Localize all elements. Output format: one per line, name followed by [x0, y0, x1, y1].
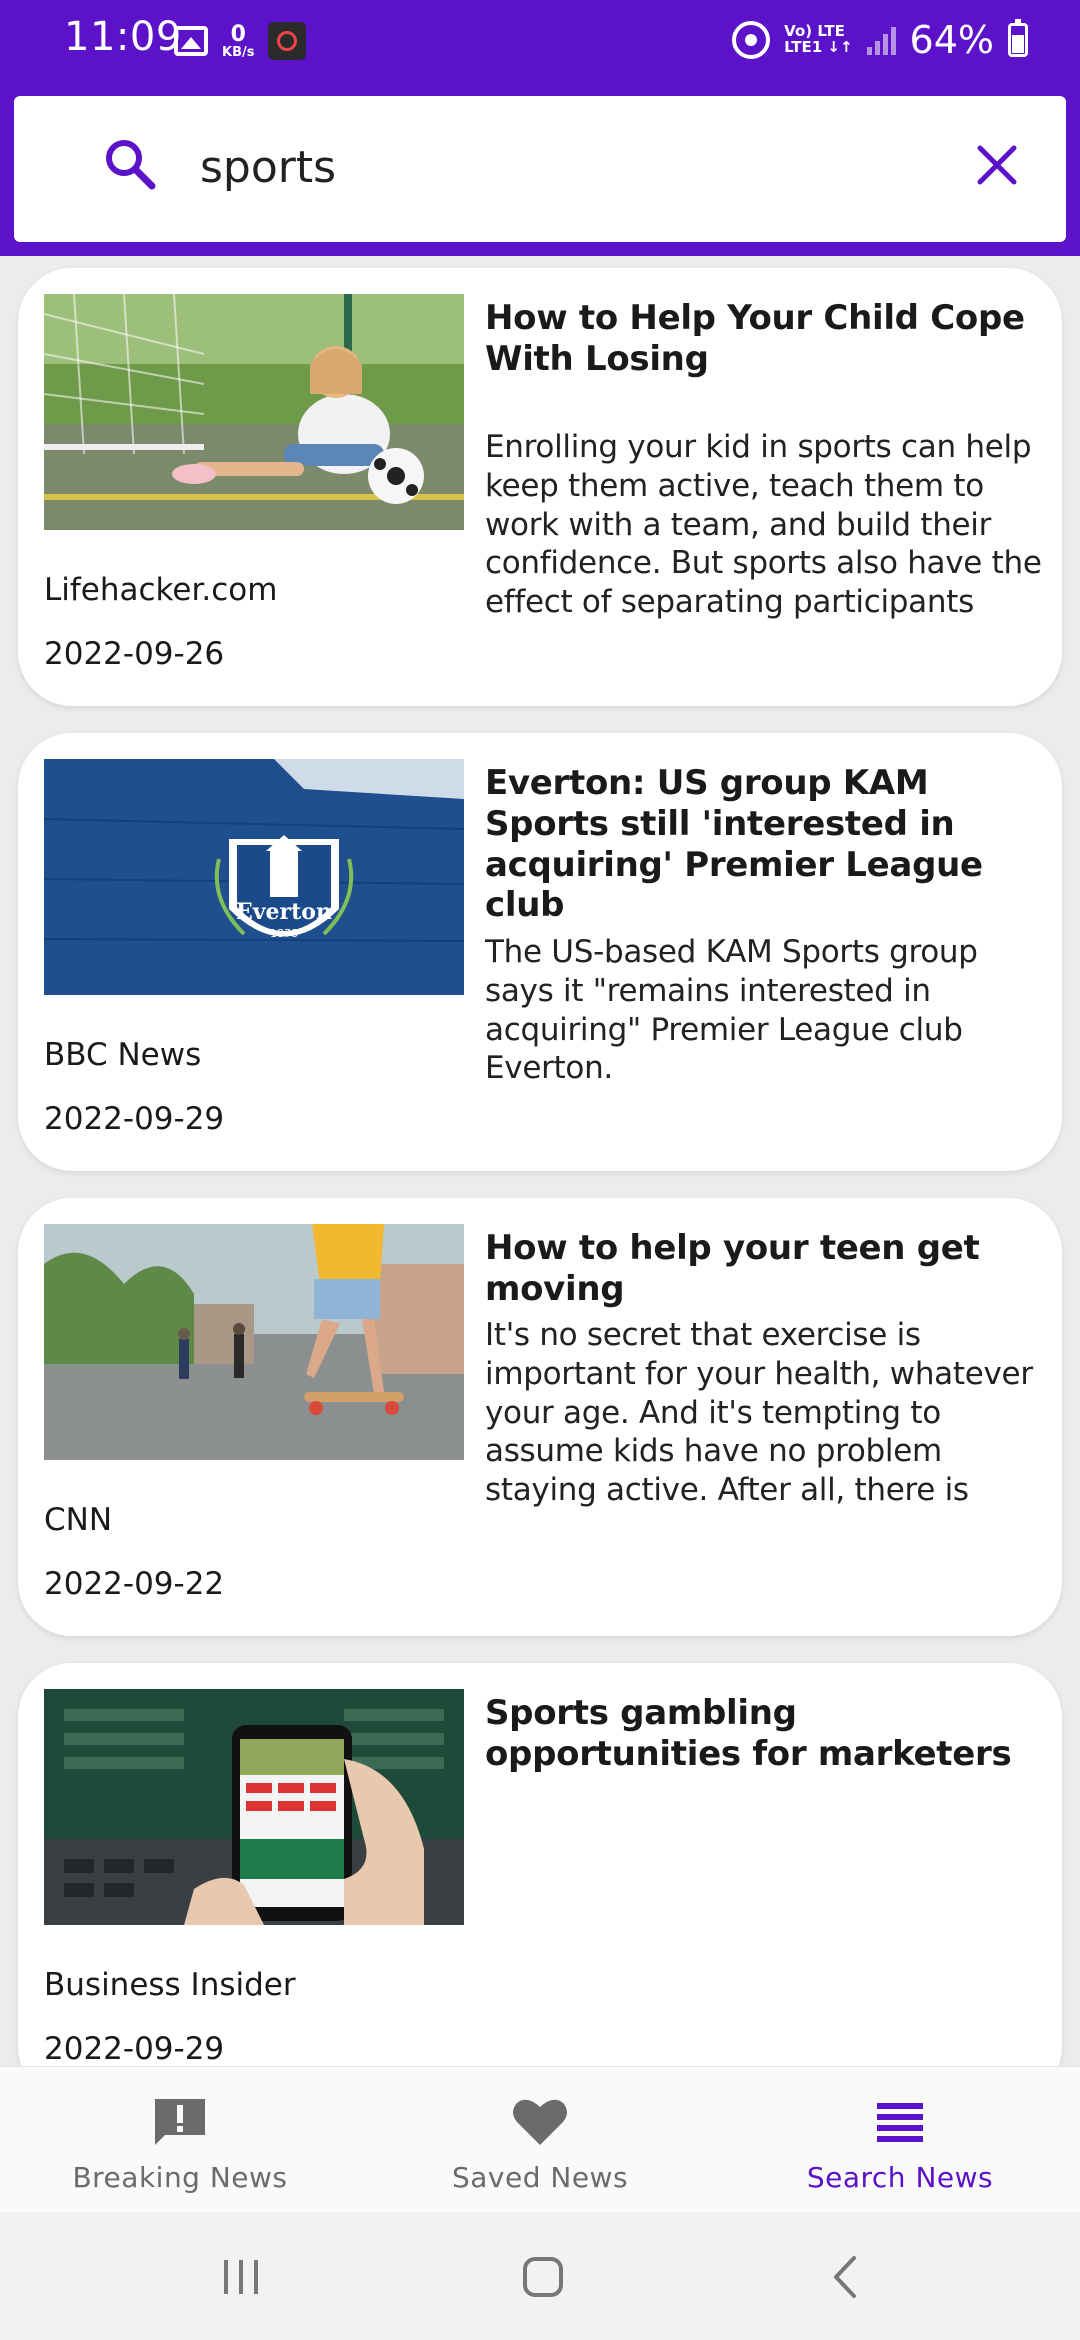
article-thumbnail [44, 1224, 464, 1460]
menu-lines-icon [877, 2103, 923, 2142]
article-title: Everton: US group KAM Sports still 'inte… [485, 763, 983, 926]
article-title: Sports gambling opportunities for market… [485, 1693, 1012, 1774]
article-date: 2022-09-22 [44, 1566, 225, 1602]
article-card[interactable]: Sports gambling opportunities for market… [18, 1663, 1062, 2066]
clear-search-icon[interactable] [972, 140, 1022, 190]
girl-with-soccer-ball-image [44, 294, 464, 530]
nav-item-search-news[interactable]: Search News [720, 2067, 1080, 2212]
signal-icon [866, 25, 896, 55]
article-source: Business Insider [44, 1967, 296, 2003]
system-navigation-bar [0, 2212, 1080, 2340]
article-list[interactable]: How to Help Your Child Cope With Losing … [0, 256, 1080, 2066]
article-source: BBC News [44, 1037, 202, 1073]
net-speed-unit: KB/s [222, 44, 255, 60]
phone-betting-app-image [44, 1689, 464, 1925]
nav-label: Search News [806, 2161, 994, 2194]
gallery-icon [174, 26, 208, 56]
back-icon[interactable] [822, 2252, 872, 2302]
bottom-navigation: Breaking News Saved News Search News [0, 2066, 1080, 2212]
heart-icon [513, 2099, 567, 2145]
alert-bubble-icon [155, 2099, 205, 2145]
status-time: 11:09 [64, 14, 182, 60]
nav-item-breaking-news[interactable]: Breaking News [0, 2067, 360, 2212]
article-card[interactable]: How to Help Your Child Cope With Losing … [18, 268, 1062, 706]
status-notification-icons: 0 KB/s [174, 21, 307, 60]
nav-label: Saved News [451, 2161, 629, 2194]
network-line-2: LTE1 ↓↑ [784, 38, 853, 56]
article-date: 2022-09-29 [44, 2031, 225, 2066]
article-date: 2022-09-29 [44, 1101, 225, 1137]
article-thumbnail: Everton 1878 [44, 759, 464, 995]
article-card[interactable]: How to help your teen get moving It's no… [18, 1198, 1062, 1636]
nav-item-saved-news[interactable]: Saved News [360, 2067, 720, 2212]
article-description: Enrolling your kid in sports can help ke… [485, 429, 1042, 623]
crest-year: 1878 [270, 927, 298, 940]
article-title: How to help your teen get moving [485, 1228, 980, 1309]
article-date: 2022-09-26 [44, 636, 225, 672]
app-notification-icon [268, 22, 307, 60]
battery-icon [1008, 19, 1028, 57]
article-source: CNN [44, 1502, 113, 1538]
article-description: It's no secret that exercise is importan… [485, 1317, 1033, 1511]
crest-text: Everton [236, 899, 332, 925]
article-source: Lifehacker.com [44, 572, 278, 608]
search-header [0, 80, 1080, 256]
status-bar: 11:09 0 KB/s Vo) LTE LTE1 ↓↑ 64% [0, 0, 1080, 80]
search-icon [106, 140, 156, 190]
everton-crest-image: Everton 1878 [44, 759, 464, 995]
article-description: The US-based KAM Sports group says it "r… [485, 934, 978, 1087]
hotspot-icon [732, 21, 771, 59]
net-speed-value: 0 [230, 21, 246, 47]
nav-label: Breaking News [72, 2161, 288, 2194]
status-system-icons: Vo) LTE LTE1 ↓↑ 64% [732, 18, 1028, 62]
article-thumbnail [44, 294, 464, 530]
article-thumbnail [44, 1689, 464, 1925]
search-input[interactable] [200, 132, 900, 202]
home-icon[interactable] [518, 2252, 568, 2302]
recent-apps-icon[interactable] [216, 2252, 266, 2302]
search-bar [14, 96, 1066, 242]
teen-skateboarding-image [44, 1224, 464, 1460]
battery-percentage: 64% [909, 18, 994, 62]
article-card[interactable]: Everton 1878 Everton: US group KAM Sport… [18, 733, 1062, 1171]
article-title: How to Help Your Child Cope With Losing [485, 298, 1025, 379]
network-type: Vo) LTE LTE1 ↓↑ [784, 23, 853, 56]
net-speed-indicator: 0 KB/s [222, 21, 255, 60]
